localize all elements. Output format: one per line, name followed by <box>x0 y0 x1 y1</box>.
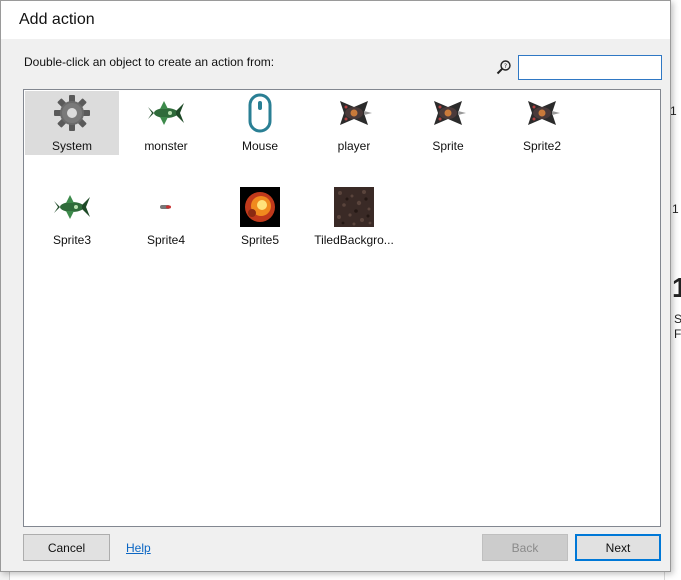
object-label: Sprite3 <box>52 233 92 247</box>
object-item-sprite5[interactable]: Sprite5 <box>213 185 307 249</box>
object-item-monster[interactable]: monster <box>119 91 213 155</box>
object-item-sprite3[interactable]: Sprite3 <box>25 185 119 249</box>
search-icon: ? <box>496 59 512 75</box>
object-label: Sprite2 <box>522 139 562 153</box>
background-text-fragment: 1 <box>672 272 681 303</box>
object-item-player[interactable]: player <box>307 91 401 155</box>
object-label: player <box>337 139 371 153</box>
explosion-sprite-icon <box>240 187 280 227</box>
object-label: Sprite <box>432 139 464 153</box>
ship-sprite-icon <box>428 93 468 133</box>
object-label: Mouse <box>241 139 279 153</box>
tiled-background-icon <box>334 187 374 227</box>
background-text-fragment: F <box>674 327 681 341</box>
object-item-system[interactable]: System <box>25 91 119 155</box>
object-label: System <box>51 139 92 153</box>
instruction-row: Double-click an object to create an acti… <box>23 53 663 81</box>
gear-icon <box>52 93 92 133</box>
object-item-sprite4[interactable]: Sprite4 <box>119 185 213 249</box>
object-list[interactable]: System monster Mouse player Sprite Sprit… <box>23 89 661 527</box>
dialog-titlebar[interactable]: Add action <box>1 1 670 39</box>
bullet-sprite-icon <box>146 187 186 227</box>
object-label: Sprite5 <box>240 233 280 247</box>
object-item-sprite[interactable]: Sprite <box>401 91 495 155</box>
cancel-button[interactable]: Cancel <box>23 534 110 561</box>
mouse-icon <box>240 93 280 133</box>
monster-sprite-icon <box>52 187 92 227</box>
object-item-mouse[interactable]: Mouse <box>213 91 307 155</box>
object-label: monster <box>144 139 188 153</box>
background-text-fragment: 1 <box>672 202 679 216</box>
back-button[interactable]: Back <box>482 534 568 561</box>
background-text-fragment: S <box>674 312 681 326</box>
add-action-dialog: Add action Double-click an object to cre… <box>0 0 671 572</box>
ship-sprite-icon <box>522 93 562 133</box>
dialog-title: Add action <box>19 11 95 28</box>
background-text-fragment: 1 <box>670 104 677 118</box>
object-label: Sprite4 <box>146 233 186 247</box>
instruction-text: Double-click an object to create an acti… <box>24 55 275 69</box>
monster-sprite-icon <box>146 93 186 133</box>
object-label: TiledBackgro... <box>314 233 394 247</box>
object-item-sprite2[interactable]: Sprite2 <box>495 91 589 155</box>
object-item-tiledbackground[interactable]: TiledBackgro... <box>307 185 401 249</box>
ship-sprite-icon <box>334 93 374 133</box>
help-link[interactable]: Help <box>126 541 151 555</box>
svg-text:?: ? <box>504 63 507 70</box>
next-button[interactable]: Next <box>575 534 661 561</box>
search-input[interactable] <box>518 55 662 80</box>
